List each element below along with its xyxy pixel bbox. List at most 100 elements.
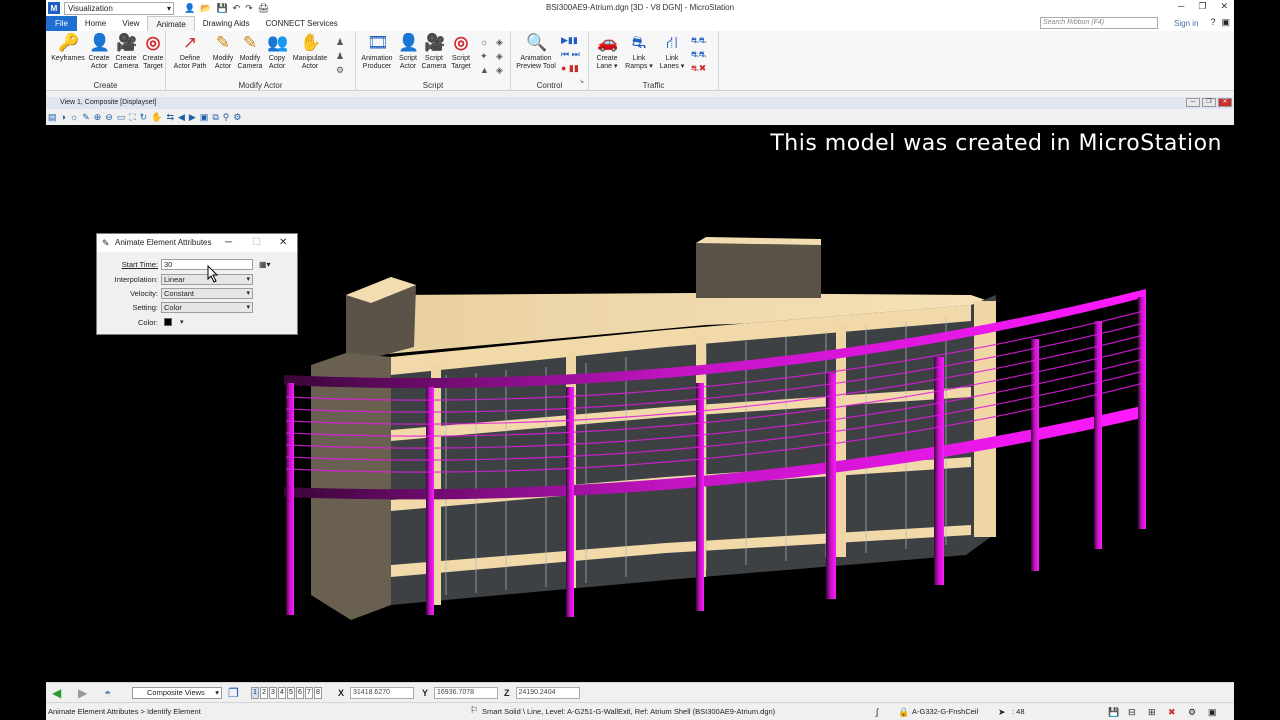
link-ramps-button[interactable]: ⛐ Link Ramps ▾ [623,33,655,70]
user-icon[interactable]: 👤 [184,3,195,14]
tab-file[interactable]: File [46,16,77,31]
tab-animate[interactable]: Animate [147,16,195,31]
minimize-icon[interactable]: ─ [1178,1,1184,12]
script-actor-button[interactable]: 👤 Script Actor [396,33,420,70]
forward-icon[interactable]: ▶ [78,686,87,700]
display-set-icon[interactable]: ▣ [1208,707,1217,718]
view-rotation-icon[interactable]: ⚙ [233,112,241,123]
create-actor-button[interactable]: 👤 Create Actor [86,33,112,70]
account-icon[interactable]: ▣ [1221,17,1230,28]
view-2-button[interactable]: 2 [260,687,268,699]
dialog-close-icon[interactable]: ✕ [279,234,287,252]
fit-view-icon[interactable]: ⛶ [129,112,135,123]
create-target-button[interactable]: ◎ Create Target [140,33,166,70]
modify-camera-button[interactable]: ✎ Modify Camera [236,33,264,70]
next-view-icon[interactable]: ▶ [189,112,196,123]
pan-view-icon[interactable]: ✋ [151,112,162,123]
create-camera-button[interactable]: 🎥 Create Camera [112,33,140,70]
small-script-icon-2[interactable]: ◈ [496,37,503,48]
composite-views-select[interactable]: Composite Views [132,687,222,699]
back-icon[interactable]: ◀ [52,686,61,700]
small-script-icon-4[interactable]: ◈ [496,51,503,62]
view-minimize-icon[interactable]: ─ [1186,98,1200,107]
view-8-button[interactable]: 8 [314,687,322,699]
link-lanes-button[interactable]: ⛙ Link Lanes ▾ [657,33,687,70]
zoom-out-icon[interactable]: ⊖ [105,112,113,123]
z-coordinate-field[interactable]: 24190.2404 [515,687,580,699]
animation-producer-button[interactable]: 🎞 Animation Producer [358,33,396,70]
save-status-icon[interactable]: 💾 [1108,707,1119,718]
record-icon[interactable]: ● ▮▮ [561,63,579,74]
clip-volume-icon[interactable]: ⧉ [212,112,218,123]
saved-views-icon[interactable]: ◓ [104,686,111,700]
view-7-button[interactable]: 7 [305,687,313,699]
rotate-view-icon[interactable]: ↻ [140,112,148,123]
define-actor-path-button[interactable]: ↗ Define Actor Path [170,33,210,70]
script-target-button[interactable]: ◎ Script Target [448,33,474,70]
restore-icon[interactable]: ❐ [1198,1,1206,12]
color-dropdown-icon[interactable]: ▾ [180,318,184,326]
copy-actor-button[interactable]: 👥 Copy Actor [264,33,290,70]
ribbon-search-input[interactable]: Search Ribbon (F4) [1040,17,1158,29]
create-lane-button[interactable]: 🚗 Create Lane ▾ [593,33,621,70]
design-history-icon[interactable]: ⊞ [1148,707,1156,718]
manipulate-actor-button[interactable]: ✋ Manipulate Actor [290,33,330,70]
small-actor-icon-2[interactable]: ♟ [336,51,344,62]
view-1-viewport[interactable]: This model was created in MicroStation ✎… [46,125,1234,682]
dialog-minimize-icon[interactable]: ─ [225,234,232,252]
update-view-icon[interactable]: ✎ [82,112,90,123]
small-script-icon-6[interactable]: ◈ [496,65,503,76]
camera-setup-icon[interactable]: ⚲ [223,112,230,123]
keyframes-button[interactable]: 🔑 Keyframes [50,33,86,63]
close-icon[interactable]: ✕ [1220,1,1228,12]
save-icon[interactable]: 💾 [216,3,227,14]
lighting-icon[interactable]: ☼ [70,112,78,122]
lock-icon[interactable]: 🔒 [898,707,909,718]
tab-home[interactable]: Home [77,16,114,31]
tab-view[interactable]: View [114,16,147,31]
open-icon[interactable]: 📂 [200,3,211,14]
help-icon[interactable]: ? [1210,17,1215,28]
view-attributes-icon[interactable]: ▤ [48,112,57,123]
view-3-button[interactable]: 3 [269,687,277,699]
traffic-small-icon-3[interactable]: ⛐✖ [691,63,706,75]
small-actor-icon[interactable]: ♟ [336,37,344,48]
small-actor-icon-3[interactable]: ⚙ [336,65,344,76]
view-groups-icon[interactable]: ❐ [228,686,239,700]
settings-icon[interactable]: ⚙ [1188,707,1196,718]
alert-icon[interactable]: ✖ [1168,707,1176,718]
modify-actor-button[interactable]: ✎ Modify Actor [210,33,236,70]
redo-icon[interactable]: ↷ [245,3,253,14]
window-area-icon[interactable]: ▭ [117,112,126,123]
traffic-small-icon-2[interactable]: ⛐⛐ [691,49,707,61]
active-level[interactable]: A-G332-G-FnshCeil [912,707,978,716]
undo-icon[interactable]: ↶ [233,3,241,14]
play-icon[interactable]: ▶▮▮ [561,35,578,46]
view-5-button[interactable]: 5 [287,687,295,699]
velocity-select[interactable]: Constant [161,287,253,299]
tab-drawing-aids[interactable]: Drawing Aids [195,16,258,31]
color-swatch[interactable] [164,318,172,326]
view-1-button[interactable]: 1 [251,687,259,699]
zoom-in-icon[interactable]: ⊕ [94,112,102,123]
small-script-icon-5[interactable]: ▲ [480,65,489,75]
accusnap-icon[interactable]: ∫ [876,707,878,717]
display-style-icon[interactable]: ◑ [61,112,66,122]
ref-status-icon[interactable]: ⊟ [1128,707,1136,718]
view-6-button[interactable]: 6 [296,687,304,699]
view-restore-icon[interactable]: ❐ [1202,98,1216,107]
small-script-icon-3[interactable]: ✦ [480,51,488,62]
print-icon[interactable]: 🖨 [258,3,269,14]
x-coordinate-field[interactable]: 31418.6270 [350,687,415,699]
calendar-icon[interactable]: ▦▾ [259,260,271,269]
small-script-icon[interactable]: ☼ [480,37,488,47]
workflow-selector[interactable]: Visualization [64,1,174,15]
sign-in-link[interactable]: Sign in [1174,19,1198,28]
walk-icon[interactable]: ⇆ [166,112,174,123]
script-camera-button[interactable]: 🎥 Script Camera [420,33,448,70]
view-4-button[interactable]: 4 [278,687,286,699]
y-coordinate-field[interactable]: 16936.7078 [434,687,499,699]
animation-preview-tool-button[interactable]: 🔍 Animation Preview Tool [513,33,559,70]
rewind-icon[interactable]: ⏮ ⏭ [561,49,580,60]
copy-view-icon[interactable]: ▣ [200,112,209,123]
